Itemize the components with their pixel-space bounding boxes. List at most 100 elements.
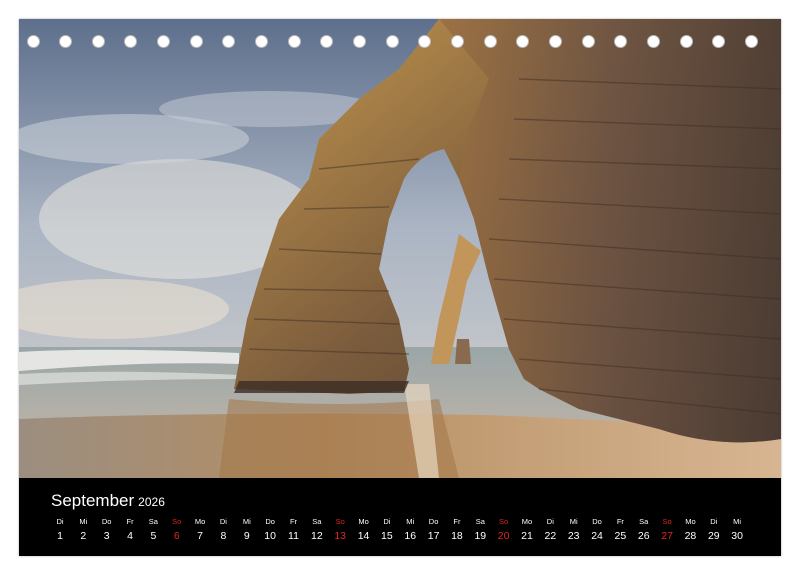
calendar-day: So 13	[328, 517, 352, 545]
calendar-day: Mi 16	[398, 517, 422, 545]
weekday-label: Di	[219, 517, 227, 526]
weekday-label: Mo	[685, 517, 696, 526]
weekday-label: Mi	[406, 517, 415, 526]
date-number: 5	[150, 530, 157, 542]
binding-hole	[189, 35, 203, 48]
weekday-label: Di	[546, 517, 554, 526]
date-number: 19	[474, 530, 487, 542]
binding-hole	[614, 35, 628, 48]
binding-hole	[59, 35, 73, 48]
calendar-page: September 2026 Di 1 Mi 2 Do 3 Fr 4 Sa 5 So 6 Mo 7 Di 8 Mi…	[19, 19, 781, 556]
date-number: 27	[661, 530, 673, 542]
month-title: September 2026	[51, 491, 165, 511]
binding-hole	[385, 35, 399, 48]
date-number: 17	[427, 530, 440, 542]
weekday-label: Do	[592, 517, 602, 526]
calendar-day: Sa 19	[468, 517, 492, 545]
calendar-day: Mi 30	[725, 517, 749, 545]
calendar-day: Fr 11	[282, 517, 306, 545]
calendar-day: Mo 14	[352, 517, 376, 545]
date-number: 11	[288, 530, 299, 542]
year-label: 2026	[138, 495, 165, 509]
date-number: 28	[684, 530, 697, 542]
weekday-label: Di	[383, 517, 391, 526]
binding-holes	[19, 19, 781, 65]
binding-hole	[418, 35, 432, 48]
calendar-day: Mo 7	[188, 517, 212, 545]
weekday-label: Mo	[358, 517, 369, 526]
binding-hole	[124, 35, 138, 48]
weekday-label: So	[662, 517, 672, 526]
calendar-day: So 20	[492, 517, 516, 545]
weekday-label: Sa	[475, 517, 485, 526]
binding-hole	[679, 35, 693, 48]
binding-hole	[222, 35, 236, 48]
binding-hole	[581, 35, 595, 48]
weekday-label: Sa	[148, 517, 158, 526]
calendar-day: Mi 9	[235, 517, 259, 545]
calendar-day: Di 22	[538, 517, 562, 545]
date-number: 6	[173, 530, 180, 542]
calendar-day: Sa 26	[632, 517, 656, 545]
date-number: 22	[544, 530, 557, 542]
binding-hole	[26, 35, 40, 48]
date-number: 7	[197, 530, 204, 542]
binding-hole	[91, 35, 105, 48]
calendar-day: So 6	[165, 517, 189, 545]
calendar-day: Di 15	[375, 517, 399, 545]
calendar-strip: September 2026 Di 1 Mi 2 Do 3 Fr 4 Sa 5 So 6 Mo 7 Di 8 Mi…	[19, 478, 781, 556]
date-number: 16	[404, 530, 417, 542]
weekday-label: Mi	[242, 517, 251, 526]
date-number: 12	[311, 530, 323, 542]
calendar-day: Mi 23	[562, 517, 586, 545]
date-number: 20	[497, 530, 510, 542]
date-number: 30	[731, 530, 743, 542]
beach-arch-illustration	[19, 19, 781, 478]
binding-hole	[548, 35, 562, 48]
landscape-photo	[19, 19, 781, 478]
date-number: 3	[103, 530, 110, 542]
weekday-label: Do	[428, 517, 439, 526]
binding-hole	[255, 35, 269, 48]
binding-hole	[516, 35, 530, 48]
date-number: 25	[614, 530, 627, 542]
calendar-day: Do 3	[95, 517, 119, 545]
date-number: 2	[80, 530, 87, 542]
date-number: 24	[591, 530, 603, 542]
date-number: 29	[707, 530, 720, 542]
weekday-label: Mi	[569, 517, 578, 526]
weekday-label: Sa	[639, 517, 649, 526]
weekday-label: Fr	[289, 517, 298, 526]
date-number: 1	[57, 530, 63, 542]
weekday-label: So	[335, 517, 345, 526]
date-number: 15	[381, 530, 393, 542]
calendar-day: Sa 12	[305, 517, 329, 545]
date-number: 10	[264, 530, 276, 542]
calendar-day: Fr 25	[608, 517, 632, 545]
date-number: 18	[451, 530, 463, 542]
calendar-day: Mo 28	[678, 517, 702, 545]
weekday-label: Mi	[79, 517, 88, 526]
date-number: 26	[637, 530, 650, 542]
date-number: 13	[334, 530, 347, 542]
date-number: 14	[357, 530, 370, 542]
day-row: Di 1 Mi 2 Do 3 Fr 4 Sa 5 So 6 Mo 7 Di 8 Mi 9 Do 10 Fr 11 Sa 12 S…	[48, 517, 770, 553]
calendar-day: Mi 2	[71, 517, 95, 545]
calendar-day: Do 10	[258, 517, 282, 545]
binding-hole	[450, 35, 464, 48]
weekday-label: Di	[710, 517, 718, 526]
weekday-label: So	[499, 517, 509, 526]
weekday-label: So	[172, 517, 182, 526]
calendar-day: Mo 21	[515, 517, 539, 545]
date-number: 4	[127, 530, 133, 542]
date-number: 21	[521, 530, 533, 542]
binding-hole	[712, 35, 726, 48]
date-number: 23	[567, 530, 580, 542]
weekday-label: Mo	[194, 517, 206, 526]
calendar-day: Di 8	[211, 517, 235, 545]
calendar-day: Do 17	[422, 517, 446, 545]
binding-hole	[320, 35, 334, 48]
weekday-label: Do	[265, 517, 275, 526]
weekday-label: Fr	[616, 517, 624, 526]
date-number: 9	[243, 530, 250, 542]
